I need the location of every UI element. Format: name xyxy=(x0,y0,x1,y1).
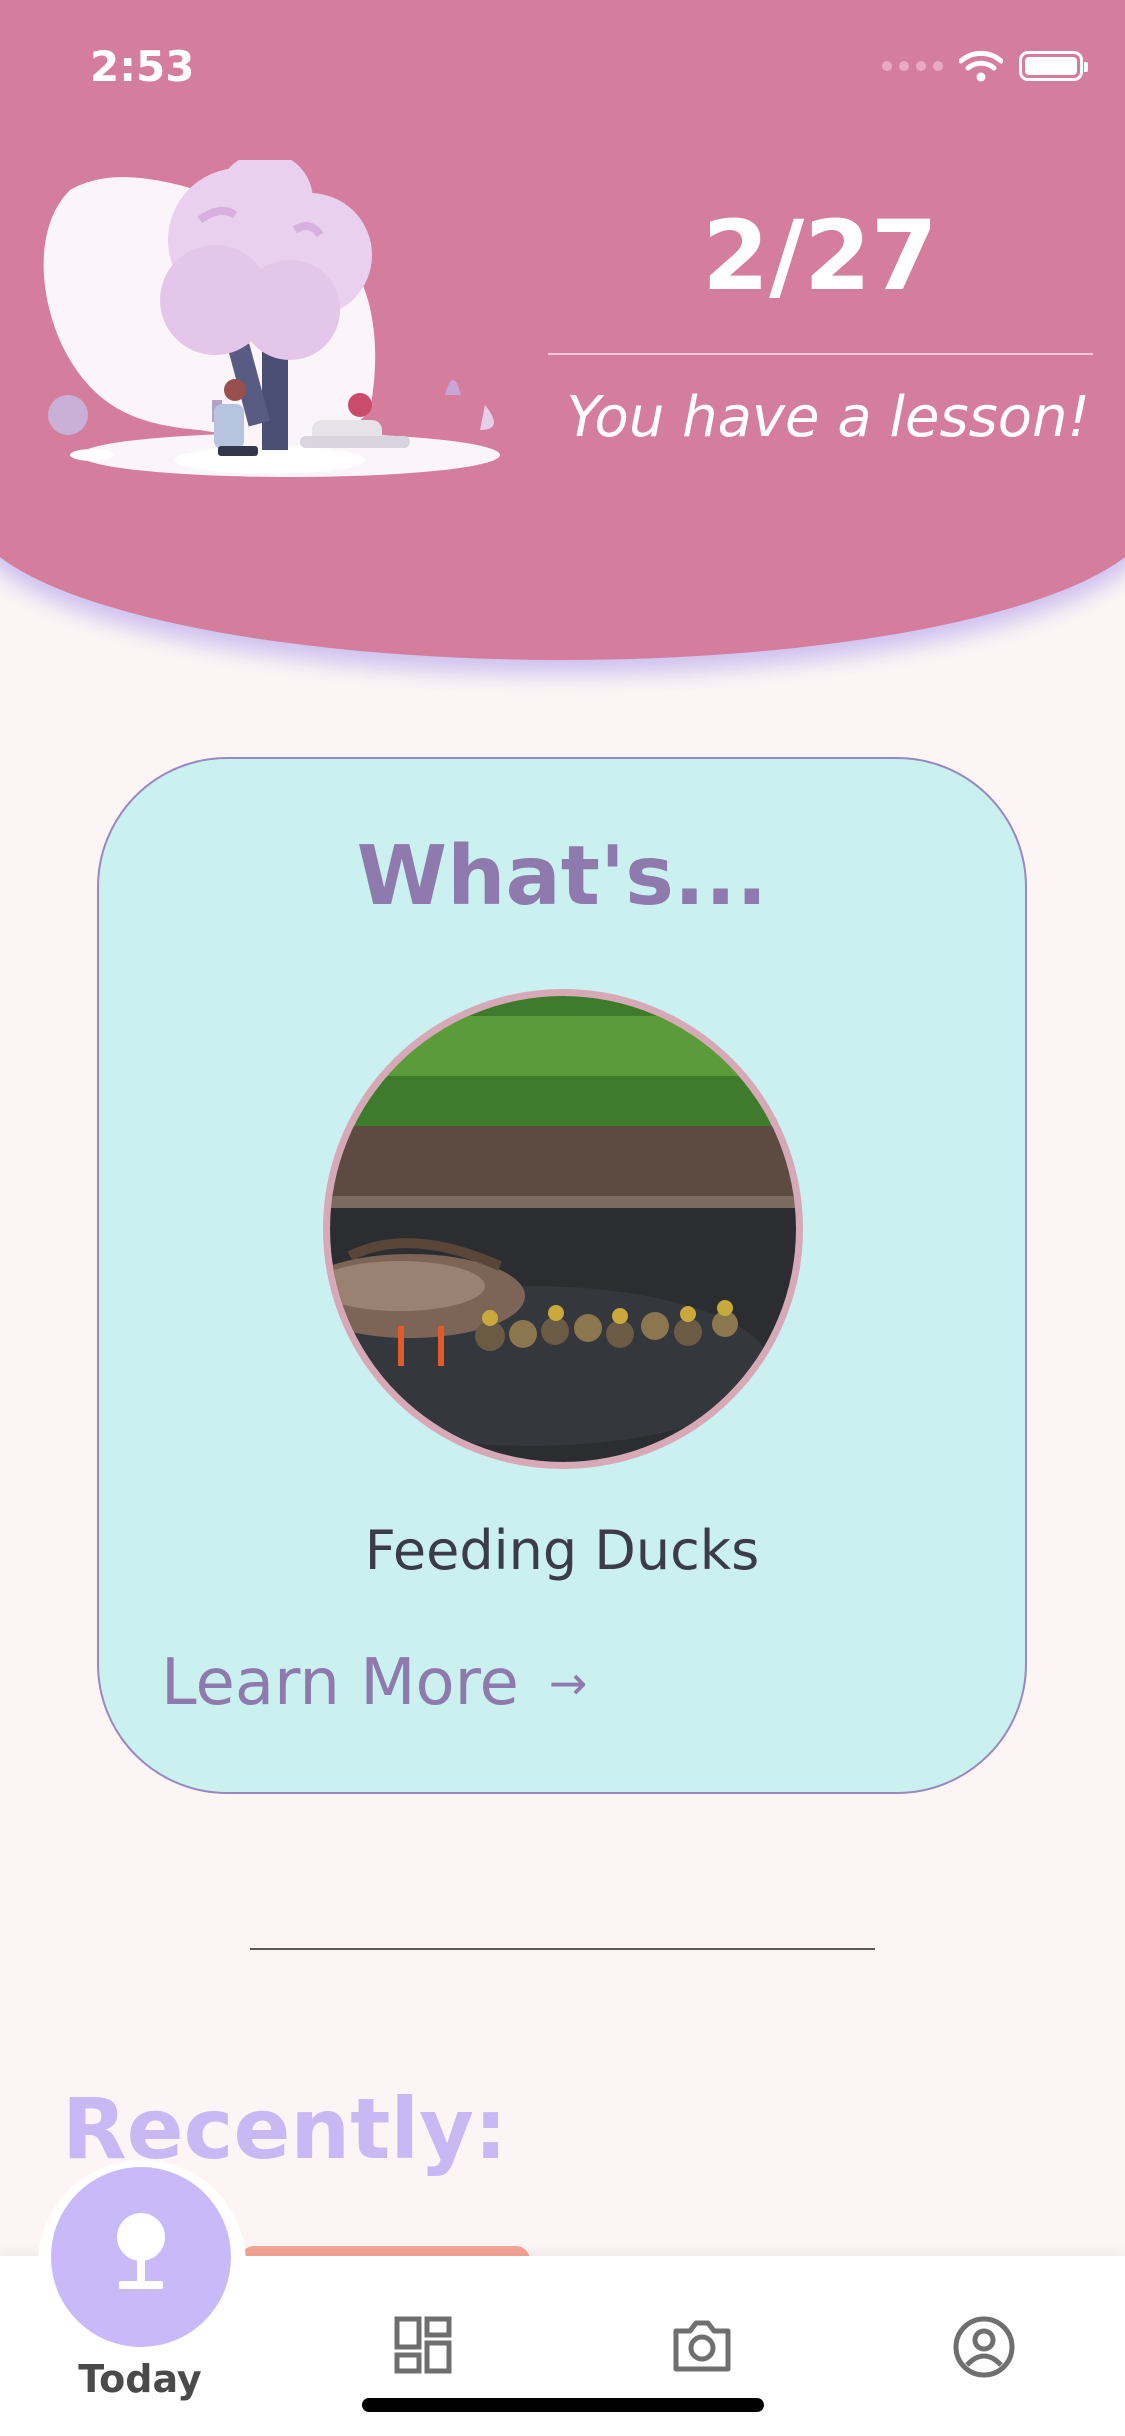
lesson-name: Feeding Ducks xyxy=(364,1519,760,1582)
account-icon[interactable] xyxy=(952,2315,1016,2379)
home-indicator xyxy=(362,2398,764,2412)
lesson-notice: You have a lesson! xyxy=(566,385,1091,450)
card-title: What's... xyxy=(356,829,768,924)
learn-more-link[interactable]: Learn More → xyxy=(161,1646,587,1720)
arrow-right-icon: → xyxy=(548,1656,588,1710)
tab-today[interactable] xyxy=(51,2167,231,2347)
status-time: 2:53 xyxy=(90,42,195,91)
tab-today-label: Today xyxy=(78,2357,202,2401)
battery-icon xyxy=(1019,51,1088,81)
dashboard-icon[interactable] xyxy=(393,2315,453,2375)
header-divider xyxy=(548,353,1093,355)
learn-more-label: Learn More xyxy=(161,1646,519,1720)
lesson-date: 2/27 xyxy=(702,200,938,312)
lesson-photo xyxy=(323,989,803,1469)
section-divider xyxy=(250,1948,875,1950)
signal-icon xyxy=(882,61,943,71)
tree-icon xyxy=(117,2213,165,2289)
camera-icon[interactable] xyxy=(670,2315,734,2375)
lesson-card[interactable]: What's... Feeding Ducks Learn More → xyxy=(97,757,1027,1794)
picnic-illustration xyxy=(43,160,500,477)
wifi-icon xyxy=(959,50,1003,82)
status-indicators xyxy=(882,50,1088,82)
